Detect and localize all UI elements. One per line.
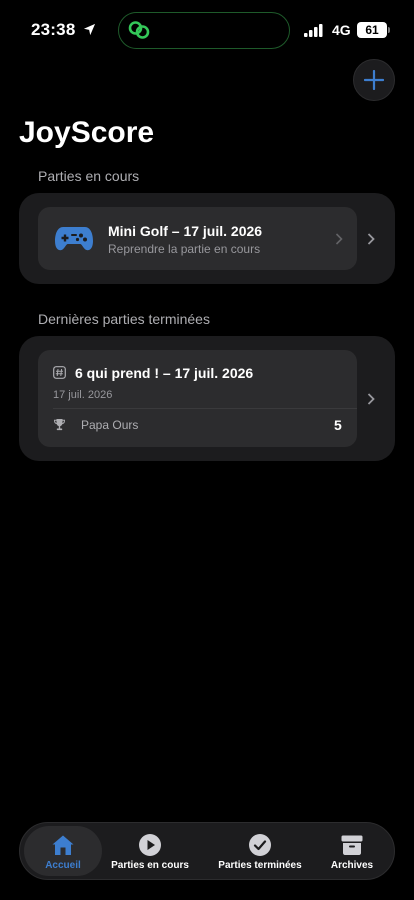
house-icon xyxy=(52,835,74,855)
tab-label: Parties terminées xyxy=(218,860,302,871)
trophy-icon xyxy=(53,419,66,431)
tab-parties-terminees[interactable]: Parties terminées xyxy=(210,823,310,879)
tab-label: Accueil xyxy=(45,860,81,871)
home-screen: 23:38 4G 61 JoyScore Parties en cours Mi… xyxy=(0,0,414,900)
add-game-button[interactable] xyxy=(353,59,395,101)
battery-indicator: 61 xyxy=(357,22,387,38)
finished-card[interactable]: 6 qui prend ! – 17 juil. 2026 17 juil. 2… xyxy=(19,336,395,461)
tab-label: Parties en cours xyxy=(111,860,189,871)
play-circle-icon xyxy=(139,834,161,856)
finished-game-date: 17 juil. 2026 xyxy=(53,389,113,401)
chevron-right-icon xyxy=(335,233,343,245)
in-progress-game-row[interactable]: Mini Golf – 17 juil. 2026 Reprendre la p… xyxy=(38,207,357,270)
divider xyxy=(53,408,357,409)
tab-parties-en-cours[interactable]: Parties en cours xyxy=(106,823,194,879)
tab-accueil[interactable]: Accueil xyxy=(24,826,102,876)
winner-score: 5 xyxy=(334,417,342,433)
location-arrow-icon xyxy=(83,23,96,36)
network-type: 4G xyxy=(332,22,351,38)
battery-tip xyxy=(388,27,390,33)
chevron-right-icon xyxy=(367,233,375,245)
in-progress-game-subtitle: Reprendre la partie en cours xyxy=(108,242,261,256)
page-title: JoyScore xyxy=(19,116,155,149)
status-time: 23:38 xyxy=(31,20,76,39)
status-bar: 23:38 4G 61 xyxy=(0,0,414,60)
in-progress-card[interactable]: Mini Golf – 17 juil. 2026 Reprendre la p… xyxy=(19,193,395,284)
tab-bar: Accueil Parties en cours Parties terminé… xyxy=(19,822,395,880)
winner-name: Papa Ours xyxy=(81,418,139,432)
hashtag-square-icon xyxy=(53,366,66,379)
battery-level: 61 xyxy=(365,23,379,37)
in-progress-game-title: Mini Golf – 17 juil. 2026 xyxy=(108,223,263,239)
chevron-right-icon xyxy=(367,393,375,405)
dynamic-island[interactable] xyxy=(118,12,290,49)
archive-box-icon xyxy=(341,835,363,855)
checkmark-circle-icon xyxy=(249,834,271,856)
tab-archives[interactable]: Archives xyxy=(320,823,384,879)
cellular-signal-icon xyxy=(304,24,323,37)
section-label-finished: Dernières parties terminées xyxy=(38,311,210,327)
tab-label: Archives xyxy=(330,860,374,871)
finished-game-title: 6 qui prend ! – 17 juil. 2026 xyxy=(75,365,254,381)
plus-icon xyxy=(364,70,384,90)
link-rings-icon xyxy=(128,21,150,39)
gamepad-icon xyxy=(55,227,93,251)
finished-game-row[interactable]: 6 qui prend ! – 17 juil. 2026 17 juil. 2… xyxy=(38,350,357,447)
section-label-in-progress: Parties en cours xyxy=(38,168,140,184)
